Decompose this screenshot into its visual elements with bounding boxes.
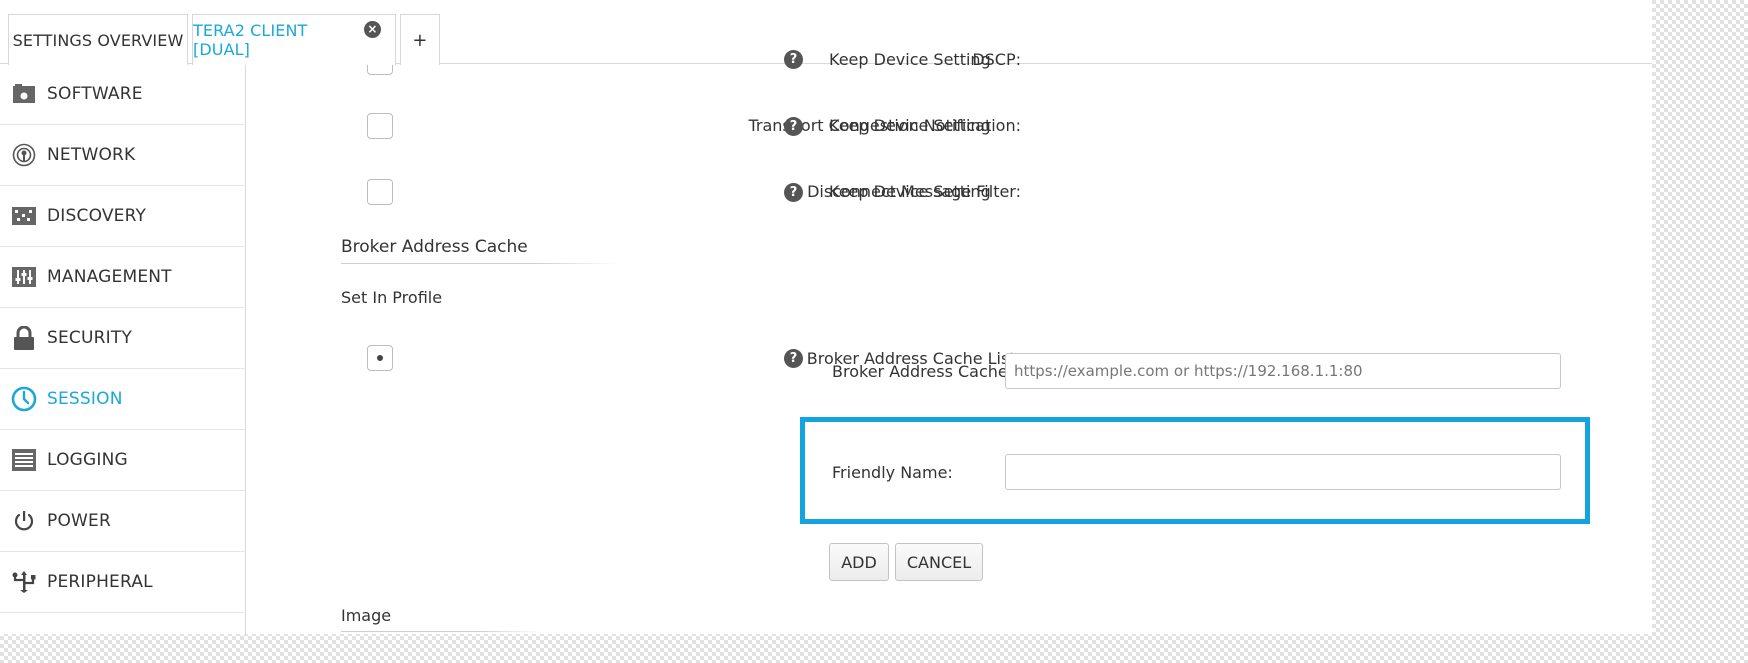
sidebar-item-label: PERIPHERAL — [47, 572, 153, 592]
sidebar-item-software[interactable]: SOFTWARE — [0, 64, 246, 125]
sidebar-item-label: SESSION — [47, 389, 123, 409]
disconnect-filter-checkbox[interactable] — [367, 179, 393, 205]
sidebar-item-label: NETWORK — [47, 145, 136, 165]
add-tab-button[interactable]: + — [400, 14, 440, 65]
section-divider — [341, 263, 621, 264]
help-icon[interactable]: ? — [784, 50, 803, 69]
section-title-broker-cache: Broker Address Cache — [341, 237, 528, 257]
sidebar-item-security[interactable]: SECURITY — [0, 308, 246, 369]
sidebar-item-label: DISCOVERY — [47, 206, 147, 226]
sidebar-item-discovery[interactable]: DISCOVERY — [0, 186, 246, 247]
sidebar-item-label: LOGGING — [47, 450, 128, 470]
app-window: SETTINGS OVERVIEW TERA2 CLIENT [DUAL] × … — [0, 0, 1652, 634]
help-icon[interactable]: ? — [784, 183, 803, 202]
set-in-profile-label: Set In Profile — [341, 288, 443, 307]
sidebar-item-label: SECURITY — [47, 328, 133, 348]
tab-settings-overview[interactable]: SETTINGS OVERVIEW — [8, 14, 188, 65]
friendly-name-input[interactable] — [1005, 454, 1561, 490]
lock-icon — [11, 325, 37, 351]
section-divider — [341, 631, 541, 632]
sidebar-item-power[interactable]: POWER — [0, 491, 246, 552]
dscp-value: Keep Device Setting — [829, 50, 991, 69]
help-icon[interactable]: ? — [784, 117, 803, 136]
broker-cache-input[interactable] — [1005, 353, 1561, 389]
broker-cache-label: Broker Address Cache: — [832, 362, 1014, 381]
sidebar-item-network[interactable]: NETWORK — [0, 125, 246, 186]
sidebar-item-session[interactable]: SESSION — [0, 369, 246, 430]
logging-icon — [11, 447, 37, 473]
sidebar-item-label: SOFTWARE — [47, 84, 143, 104]
usb-icon — [11, 569, 37, 595]
close-icon[interactable]: × — [364, 21, 381, 38]
sidebar-item-peripheral[interactable]: PERIPHERAL — [0, 552, 246, 613]
add-button[interactable]: ADD — [829, 543, 889, 581]
tab-tera2-client[interactable]: TERA2 CLIENT [DUAL] × — [192, 14, 396, 65]
power-icon — [11, 508, 37, 534]
network-icon — [11, 142, 37, 168]
sidebar-item-management[interactable]: MANAGEMENT — [0, 247, 246, 308]
management-icon — [11, 264, 37, 290]
section-title-image: Image — [341, 606, 392, 625]
help-icon[interactable]: ? — [784, 349, 803, 368]
discovery-icon — [11, 203, 37, 229]
tab-bar: SETTINGS OVERVIEW TERA2 CLIENT [DUAL] × … — [0, 0, 1652, 65]
sidebar: SOFTWARE NETWORK DISCOVERY MANAGEMENT SE… — [0, 64, 246, 634]
clock-icon — [11, 386, 37, 412]
sidebar-item-label: MANAGEMENT — [47, 267, 172, 287]
cancel-button[interactable]: CANCEL — [895, 543, 983, 581]
selected-dot — [377, 355, 383, 361]
sidebar-item-logging[interactable]: LOGGING — [0, 430, 246, 491]
software-icon — [11, 81, 37, 107]
friendly-name-label: Friendly Name: — [832, 463, 953, 482]
tab-label: TERA2 CLIENT [DUAL] — [193, 21, 308, 59]
broker-cache-list-toggle[interactable] — [367, 345, 393, 371]
tab-label: SETTINGS OVERVIEW — [12, 30, 184, 50]
transport-congestion-checkbox[interactable] — [367, 113, 393, 139]
sidebar-item-label: POWER — [47, 511, 111, 531]
transport-congestion-value: Keep Device Setting — [829, 116, 991, 135]
main-content: DSCP: ? Keep Device Setting Transport Co… — [247, 49, 1652, 634]
disconnect-filter-value: Keep Device Setting — [829, 182, 991, 201]
